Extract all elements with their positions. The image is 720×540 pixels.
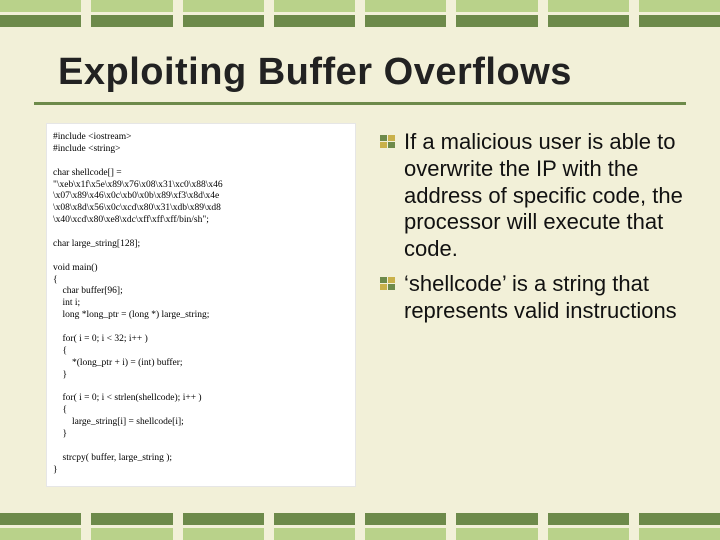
list-item: If a malicious user is able to overwrite… [380,129,690,263]
decor-bar-dark [0,15,720,27]
decor-bar-light [0,528,720,540]
decor-bar-dark [0,513,720,525]
bullet-list: If a malicious user is able to overwrite… [380,123,690,487]
bullet-icon [380,135,398,151]
list-item: ‘shellcode’ is a string that represents … [380,271,690,325]
code-block: #include <iostream> #include <string> ch… [46,123,356,487]
content-area: #include <iostream> #include <string> ch… [0,105,720,487]
bullet-text: If a malicious user is able to overwrite… [404,129,690,263]
bullet-text: ‘shellcode’ is a string that represents … [404,271,690,325]
slide-title: Exploiting Buffer Overflows [0,27,720,102]
bullet-icon [380,277,398,293]
decor-bar-light [0,0,720,12]
